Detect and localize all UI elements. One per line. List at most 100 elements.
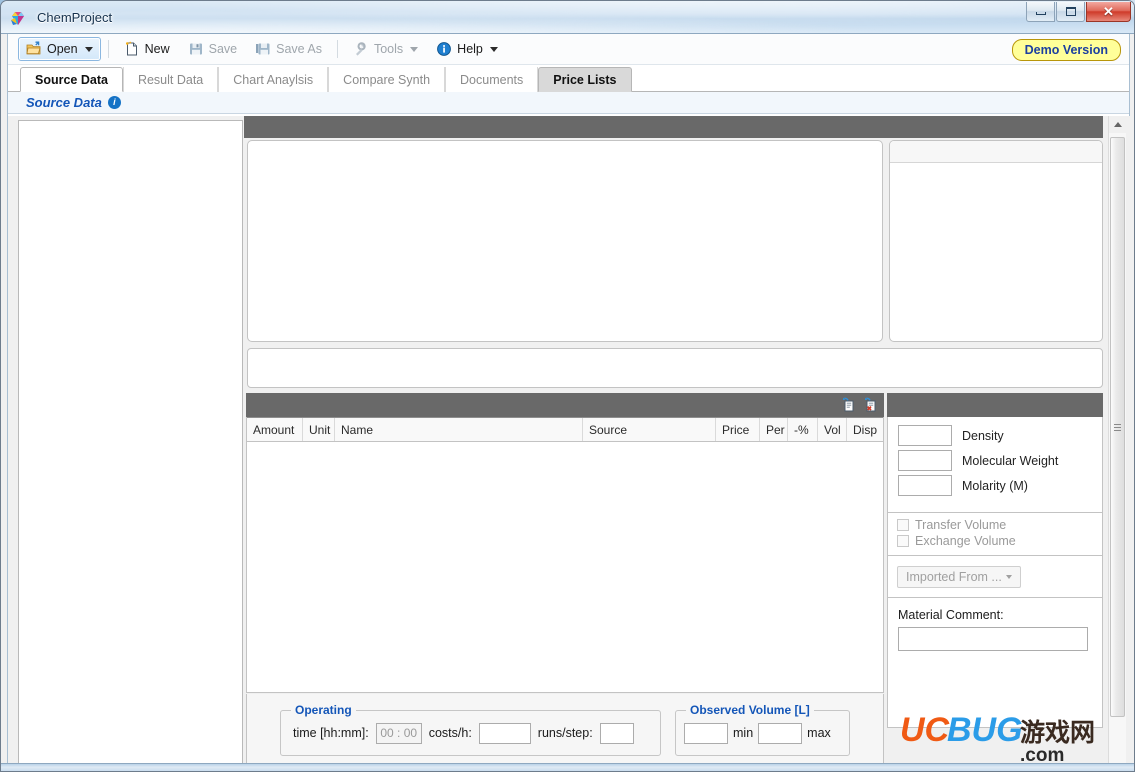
costs-input[interactable] <box>478 722 531 744</box>
close-button[interactable]: ✕ <box>1086 2 1131 22</box>
scroll-track[interactable] <box>1109 133 1126 771</box>
tab-price-lists[interactable]: Price Lists <box>538 67 632 92</box>
column-header-discount[interactable]: -% <box>788 418 818 441</box>
side-list-header <box>890 141 1102 163</box>
client-area: Open New Save Save As Tools Help Demo Ve… <box>7 34 1131 771</box>
exchange-volume-checkbox[interactable] <box>897 535 909 547</box>
molecular-weight-label: Molecular Weight <box>962 453 1059 468</box>
tab-source-data[interactable]: Source Data <box>20 67 123 92</box>
save-button-label: Save <box>208 42 238 56</box>
save-as-disk-icon <box>255 41 271 57</box>
molecular-weight-row: Molecular Weight <box>898 450 1102 471</box>
scroll-thumb[interactable] <box>1110 137 1125 717</box>
open-button-label: Open <box>47 42 78 56</box>
costs-label: costs/h: <box>428 726 472 740</box>
grid-toolbar <box>246 393 884 417</box>
tab-documents-label: Documents <box>460 72 524 87</box>
molarity-input[interactable] <box>898 475 952 496</box>
tab-source-data-label: Source Data <box>35 72 108 87</box>
copy-record-icon[interactable] <box>840 397 856 413</box>
materials-grid[interactable]: Amount Unit Name Source Price Per -% Vol… <box>246 417 884 693</box>
tab-result-data-label: Result Data <box>137 72 204 87</box>
tools-button[interactable]: Tools <box>345 37 426 61</box>
new-button[interactable]: New <box>116 37 178 61</box>
column-header-unit[interactable]: Unit <box>303 418 335 441</box>
density-input[interactable] <box>898 425 952 446</box>
operating-row: time [hh:mm]: 00 : 00 costs/h: runs/step… <box>281 711 660 755</box>
minimize-icon <box>1035 12 1046 15</box>
info-icon[interactable]: i <box>107 96 121 109</box>
runs-input[interactable] <box>599 722 634 744</box>
scroll-thumb-grip-icon <box>1114 423 1121 431</box>
chevron-down-icon-import <box>1005 574 1012 579</box>
window-title: ChemProject <box>37 10 113 25</box>
operating-fieldset: Operating time [hh:mm]: 00 : 00 costs/h:… <box>280 703 661 756</box>
material-properties-panel: Density Molecular Weight Molarity (M) <box>887 417 1103 513</box>
new-button-label: New <box>144 42 170 56</box>
note-box[interactable] <box>247 348 1103 388</box>
imported-from-button[interactable]: Imported From ... <box>897 565 1021 588</box>
time-input[interactable]: 00 : 00 <box>375 722 422 744</box>
open-button[interactable]: Open <box>18 37 101 61</box>
delete-record-icon[interactable] <box>862 397 878 413</box>
column-header-per[interactable]: Per <box>760 418 788 441</box>
window-controls: ✕ <box>1025 2 1131 22</box>
column-header-price[interactable]: Price <box>716 418 760 441</box>
material-comment-input[interactable] <box>898 627 1088 651</box>
volume-max-label: max <box>807 726 831 740</box>
top-dark-header <box>244 116 1103 138</box>
chevron-down-icon-help <box>489 46 498 52</box>
tab-bar: Source Data Result Data Chart Anaylsis C… <box>8 65 1129 92</box>
observed-volume-row: min max <box>676 711 849 755</box>
volume-min-input[interactable] <box>684 722 728 744</box>
transfer-volume-row[interactable]: Transfer Volume <box>897 518 1102 532</box>
help-button[interactable]: Help <box>428 37 506 61</box>
tab-result-data[interactable]: Result Data <box>122 67 219 92</box>
column-header-disp[interactable]: Disp <box>847 418 883 441</box>
molarity-label: Molarity (M) <box>962 478 1028 493</box>
save-button[interactable]: Save <box>180 37 246 61</box>
exchange-volume-label: Exchange Volume <box>915 534 1016 548</box>
density-label: Density <box>962 428 1004 443</box>
info-circle-icon <box>436 41 452 57</box>
section-header: Source Data i <box>8 92 1129 114</box>
close-icon: ✕ <box>1103 4 1114 19</box>
save-as-button-label: Save As <box>276 42 322 56</box>
observed-volume-legend: Observed Volume [L] <box>686 703 814 717</box>
save-as-button[interactable]: Save As <box>247 37 330 61</box>
column-header-name[interactable]: Name <box>335 418 583 441</box>
new-document-icon <box>124 41 140 57</box>
minimize-button[interactable] <box>1026 2 1055 22</box>
scroll-up-button[interactable] <box>1109 116 1126 133</box>
title-bar-content: ChemProject <box>1 1 1134 34</box>
column-header-source[interactable]: Source <box>583 418 716 441</box>
material-comment-panel: Material Comment: <box>887 598 1103 728</box>
tab-chart-analysis[interactable]: Chart Anaylsis <box>218 67 329 92</box>
time-label: time [hh:mm]: <box>293 726 369 740</box>
import-panel: Imported From ... <box>887 556 1103 598</box>
column-header-vol[interactable]: Vol <box>818 418 847 441</box>
transfer-volume-checkbox[interactable] <box>897 519 909 531</box>
vertical-scrollbar[interactable] <box>1108 116 1126 771</box>
side-list-box[interactable] <box>889 140 1103 342</box>
grid-body[interactable] <box>247 442 883 691</box>
chevron-down-icon-tools <box>410 46 419 52</box>
tab-chart-analysis-label: Chart Anaylsis <box>233 72 314 87</box>
scroll-up-arrow-icon <box>1113 122 1122 127</box>
tab-compare-synth[interactable]: Compare Synth <box>328 67 446 92</box>
main-toolbar: Open New Save Save As Tools Help Demo Ve… <box>8 34 1129 65</box>
maximize-icon <box>1065 7 1076 16</box>
column-header-amount[interactable]: Amount <box>247 418 303 441</box>
tab-price-lists-label: Price Lists <box>553 72 617 87</box>
left-tree-pane[interactable] <box>18 120 243 770</box>
volume-max-input[interactable] <box>758 722 803 744</box>
volume-options-panel: Transfer Volume Exchange Volume <box>887 513 1103 556</box>
maximize-button[interactable] <box>1056 2 1085 22</box>
gear-icon <box>353 41 369 57</box>
tab-documents[interactable]: Documents <box>445 67 539 92</box>
exchange-volume-row[interactable]: Exchange Volume <box>897 534 1102 548</box>
main-editor-box[interactable] <box>247 140 883 342</box>
grid-header-row: Amount Unit Name Source Price Per -% Vol… <box>247 417 883 442</box>
molecular-weight-input[interactable] <box>898 450 952 471</box>
window-footer <box>1 763 1134 771</box>
